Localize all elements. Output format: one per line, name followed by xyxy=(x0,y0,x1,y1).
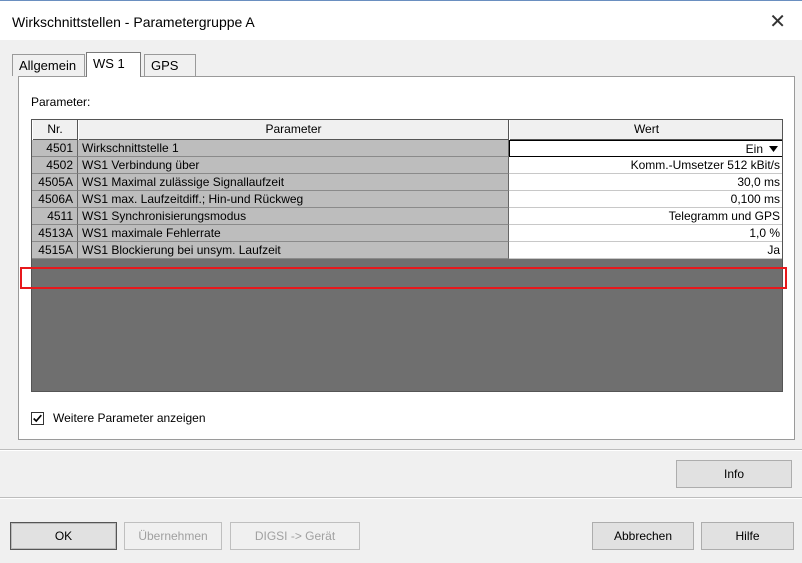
row-parameter: WS1 Maximal zulässige Signallaufzeit xyxy=(78,174,509,191)
tab-ws1[interactable]: WS 1 xyxy=(86,52,141,77)
col-parameter-header[interactable]: Parameter xyxy=(78,120,509,140)
dialog-client: Allgemein WS 1 GPS Parameter: Nr. Parame… xyxy=(0,40,802,563)
table-row[interactable]: 4505A WS1 Maximal zulässige Signallaufze… xyxy=(32,174,782,191)
row-parameter: Wirkschnittstelle 1 xyxy=(78,140,509,157)
row-nr: 4505A xyxy=(32,174,78,191)
tab-gps-label: GPS xyxy=(151,58,179,73)
title-bar: Wirkschnittstellen - Parametergruppe A ✕ xyxy=(0,6,802,40)
row-parameter: WS1 maximale Fehlerrate xyxy=(78,225,509,242)
tab-allgemein-label: Allgemein xyxy=(19,58,77,73)
row-value[interactable]: Telegramm und GPS xyxy=(509,208,782,225)
checkmark-icon xyxy=(33,414,42,423)
row-parameter: WS1 Blockierung bei unsym. Laufzeit xyxy=(78,242,509,259)
tab-ws1-label: WS 1 xyxy=(93,56,125,71)
row-value[interactable]: Komm.-Umsetzer 512 kBit/s xyxy=(509,157,782,174)
chevron-down-icon[interactable] xyxy=(767,143,780,154)
row-nr: 4502 xyxy=(32,157,78,174)
info-button[interactable]: Info xyxy=(676,460,792,488)
table-row[interactable]: 4513A WS1 maximale Fehlerrate 1,0 % xyxy=(32,225,782,242)
tab-allgemein[interactable]: Allgemein xyxy=(12,54,85,76)
value-dropdown[interactable]: Ein xyxy=(509,140,782,157)
parameter-label: Parameter: xyxy=(31,95,91,109)
row-nr: 4515A xyxy=(32,242,78,259)
table-row[interactable]: 4511 WS1 Synchronisierungsmodus Telegram… xyxy=(32,208,782,225)
tab-panel-ws1: Parameter: Nr. Parameter Wert 4501 Wirks… xyxy=(18,76,795,440)
show-more-checkbox[interactable] xyxy=(31,412,44,425)
table-row[interactable]: 4515A WS1 Blockierung bei unsym. Laufzei… xyxy=(32,242,782,259)
table-row[interactable]: 4502 WS1 Verbindung über Komm.-Umsetzer … xyxy=(32,157,782,174)
digsi-to-device-button[interactable]: DIGSI -> Gerät xyxy=(230,522,360,550)
cancel-button[interactable]: Abbrechen xyxy=(592,522,694,550)
close-icon[interactable]: ✕ xyxy=(769,12,786,32)
col-nr-header[interactable]: Nr. xyxy=(32,120,78,140)
table-row[interactable]: 4506A WS1 max. Laufzeitdiff.; Hin-und Rü… xyxy=(32,191,782,208)
row-value: Ein xyxy=(745,142,763,156)
apply-button[interactable]: Übernehmen xyxy=(124,522,222,550)
tab-gps[interactable]: GPS xyxy=(144,54,196,76)
parameter-grid: Nr. Parameter Wert 4501 Wirkschnittstell… xyxy=(31,119,783,392)
grid-header: Nr. Parameter Wert xyxy=(32,120,782,140)
row-value[interactable]: 30,0 ms xyxy=(509,174,782,191)
help-button[interactable]: Hilfe xyxy=(701,522,794,550)
row-nr: 4506A xyxy=(32,191,78,208)
col-wert-header[interactable]: Wert xyxy=(509,120,782,140)
row-parameter: WS1 Verbindung über xyxy=(78,157,509,174)
divider xyxy=(0,449,802,451)
row-nr: 4513A xyxy=(32,225,78,242)
row-value[interactable]: Ja xyxy=(509,242,782,259)
divider xyxy=(0,497,802,499)
show-more-label: Weitere Parameter anzeigen xyxy=(53,411,206,425)
row-parameter: WS1 max. Laufzeitdiff.; Hin-und Rückweg xyxy=(78,191,509,208)
ok-button[interactable]: OK xyxy=(10,522,117,550)
row-nr: 4501 xyxy=(32,140,78,157)
row-value[interactable]: 0,100 ms xyxy=(509,191,782,208)
row-value[interactable]: 1,0 % xyxy=(509,225,782,242)
row-nr: 4511 xyxy=(32,208,78,225)
row-parameter: WS1 Synchronisierungsmodus xyxy=(78,208,509,225)
window-title: Wirkschnittstellen - Parametergruppe A xyxy=(12,14,255,30)
table-row[interactable]: 4501 Wirkschnittstelle 1 Ein xyxy=(32,140,782,157)
